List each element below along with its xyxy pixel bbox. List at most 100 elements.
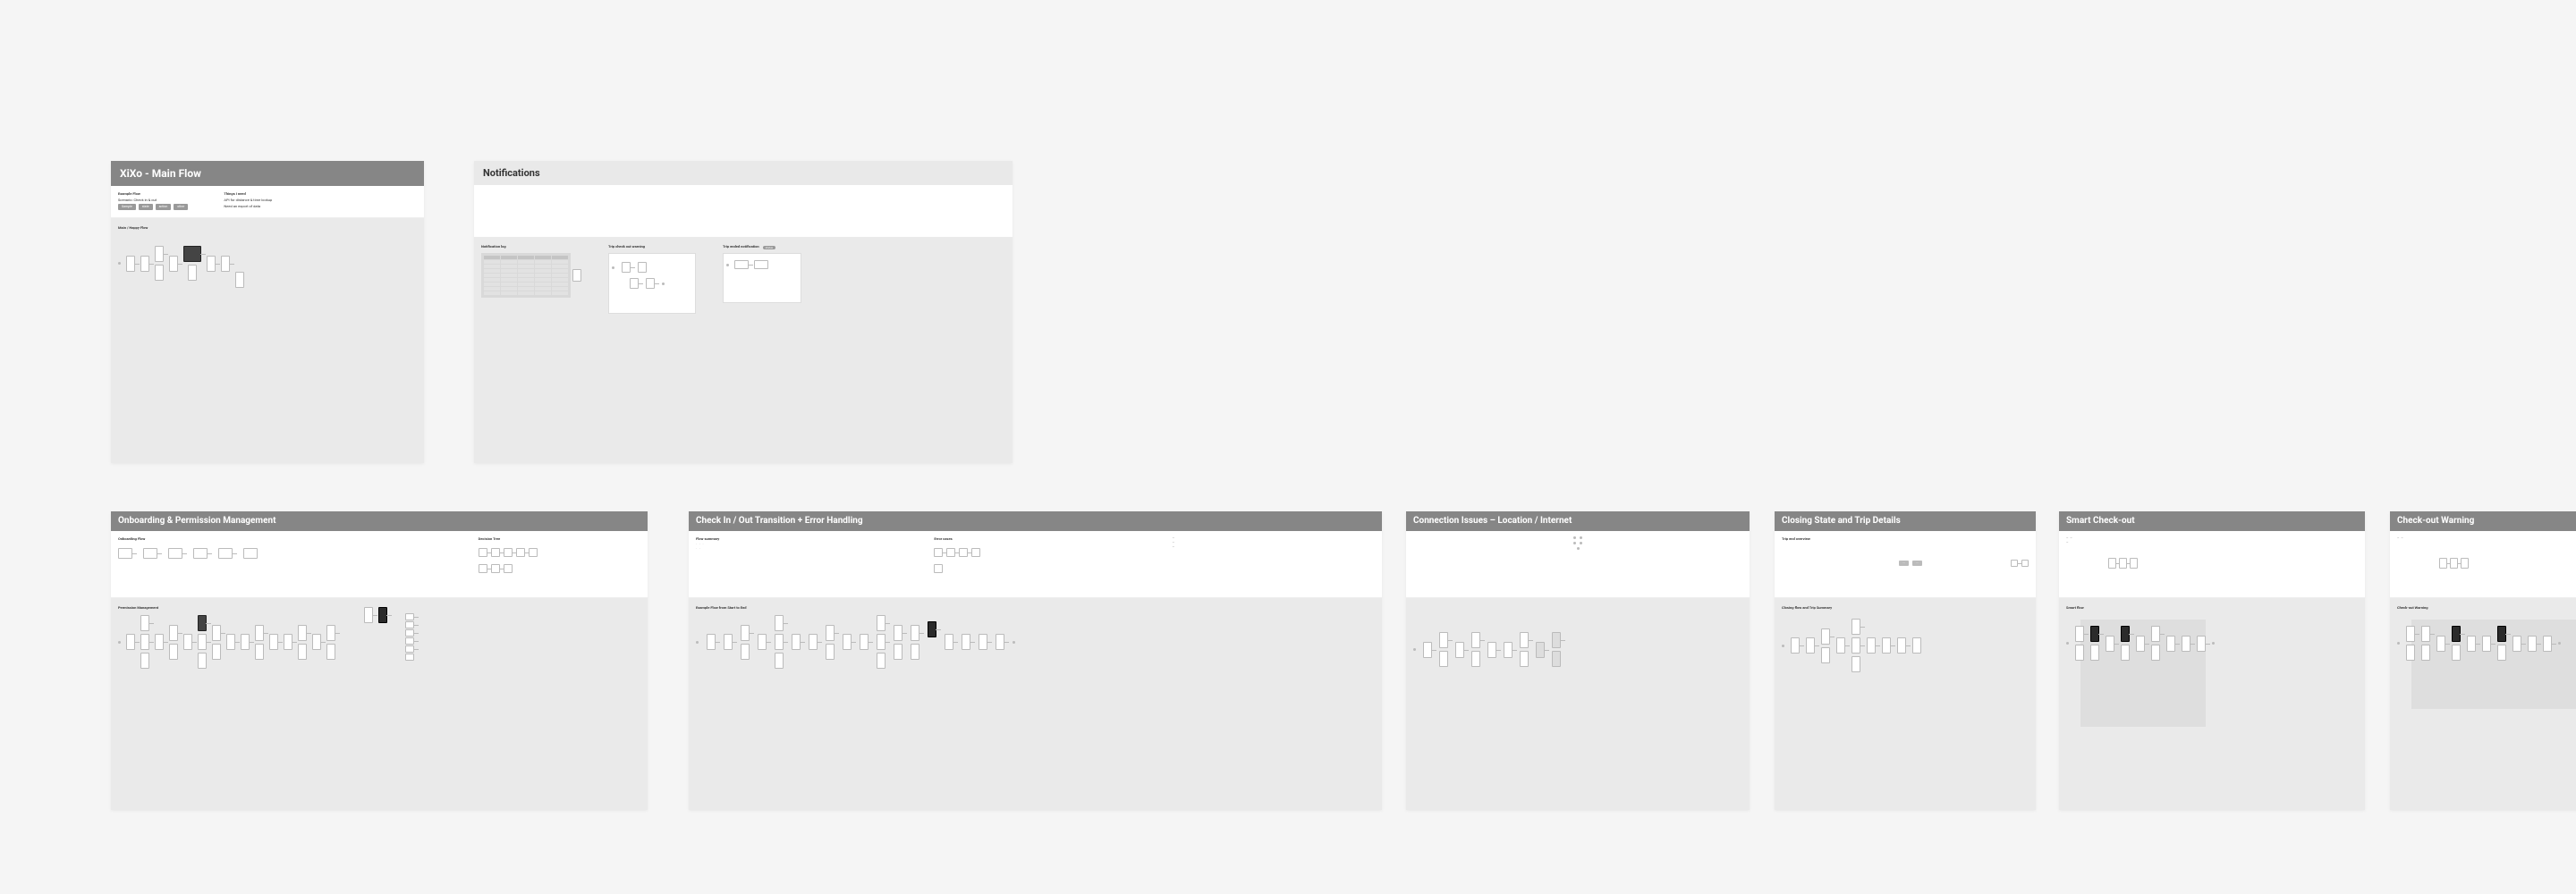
flow-node[interactable]: [2452, 645, 2461, 661]
spec-node[interactable]: [2108, 558, 2116, 569]
spec-node[interactable]: [243, 548, 258, 559]
spec-node[interactable]: [2119, 558, 2127, 569]
spec-node[interactable]: [491, 564, 500, 573]
flow-node[interactable]: [188, 265, 197, 281]
flow-node[interactable]: [298, 644, 307, 660]
flow-node[interactable]: [741, 644, 750, 660]
spec-node[interactable]: [516, 548, 525, 557]
flow-node[interactable]: [405, 637, 414, 645]
notif-panel[interactable]: [608, 253, 696, 314]
flow-node[interactable]: [1552, 632, 1561, 648]
flow-node[interactable]: [212, 625, 221, 641]
flow-node[interactable]: [877, 653, 886, 669]
flow-node[interactable]: [1821, 628, 1830, 645]
flow-node[interactable]: [378, 607, 387, 623]
flow-node[interactable]: [405, 613, 414, 620]
flow-area[interactable]: Notification log: [474, 237, 1013, 463]
flow-node[interactable]: [405, 654, 414, 661]
spec-node[interactable]: [168, 548, 182, 559]
flow-node[interactable]: [207, 256, 216, 272]
spec-node[interactable]: [193, 548, 208, 559]
flow-node[interactable]: [326, 644, 335, 660]
design-canvas[interactable]: XiXo - Main Flow Example Flow Scenario: …: [0, 0, 2576, 894]
flow-node[interactable]: [775, 634, 784, 650]
flow-node[interactable]: [741, 625, 750, 641]
flow-node[interactable]: [1867, 637, 1876, 654]
flow-node[interactable]: [792, 634, 801, 650]
flow-node[interactable]: [405, 629, 414, 637]
flow-node[interactable]: [326, 625, 335, 641]
flow-node[interactable]: [843, 634, 852, 650]
spec-node[interactable]: [934, 564, 943, 573]
frame-connection[interactable]: Connection Issues – Location / Internet: [1406, 511, 1750, 810]
flow-node[interactable]: [1439, 632, 1448, 648]
spec-node[interactable]: [2461, 558, 2469, 569]
spec-node[interactable]: [959, 548, 968, 557]
flow-node[interactable]: [155, 634, 164, 650]
flow-node[interactable]: [1471, 651, 1480, 667]
flow-node[interactable]: [979, 634, 987, 650]
flow-node[interactable]: [775, 653, 784, 669]
flow-node[interactable]: [630, 278, 639, 289]
flow-node[interactable]: [1897, 637, 1906, 654]
frame-notifications[interactable]: Notifications Notification log: [474, 161, 1013, 463]
flow-node[interactable]: [2421, 626, 2430, 642]
flow-node[interactable]: [2421, 645, 2430, 661]
flow-node[interactable]: [775, 615, 784, 631]
flow-node[interactable]: [126, 256, 135, 272]
flow-node[interactable]: [911, 644, 919, 660]
flow-node[interactable]: [928, 621, 936, 637]
flow-node[interactable]: [2512, 636, 2521, 652]
spec-node[interactable]: [529, 548, 538, 557]
flow-node[interactable]: [1487, 642, 1496, 658]
flow-node[interactable]: [155, 246, 164, 262]
spec-node[interactable]: [2011, 560, 2018, 567]
flow-node[interactable]: [241, 634, 250, 650]
flow-node[interactable]: [2482, 636, 2491, 652]
flow-node[interactable]: [1471, 632, 1480, 648]
flow-area[interactable]: Check-out Warning: [2390, 598, 2576, 810]
flow-node[interactable]: [707, 634, 716, 650]
flow-node[interactable]: [572, 269, 581, 282]
flow-node[interactable]: [877, 615, 886, 631]
flow-node[interactable]: [1852, 619, 1860, 635]
frame-checkout-warning[interactable]: Check-out Warning —— Check-out Warning: [2390, 511, 2576, 810]
spec-node[interactable]: [934, 548, 943, 557]
frame-onboarding[interactable]: Onboarding & Permission Management Onboa…: [111, 511, 648, 810]
flow-node[interactable]: [140, 653, 149, 669]
flow-node[interactable]: [183, 634, 192, 650]
flow-node[interactable]: [169, 256, 178, 272]
spec-node[interactable]: [479, 564, 487, 573]
flow-node[interactable]: [1806, 637, 1815, 654]
flow-node[interactable]: [226, 634, 235, 650]
flow-node[interactable]: [1455, 642, 1464, 658]
flow-node[interactable]: [860, 634, 869, 650]
flow-node[interactable]: [758, 634, 767, 650]
spec-node[interactable]: [491, 548, 500, 557]
frame-checkinout[interactable]: Check In / Out Transition + Error Handli…: [689, 511, 1382, 810]
flow-node[interactable]: [2151, 645, 2160, 661]
flow-node[interactable]: [1520, 632, 1529, 648]
flow-node[interactable]: [2166, 636, 2175, 652]
flow-node[interactable]: [2406, 645, 2415, 661]
flow-node[interactable]: [1520, 651, 1529, 667]
flow-node[interactable]: [2197, 636, 2206, 652]
flow-node[interactable]: [2543, 636, 2552, 652]
flow-node[interactable]: [1423, 642, 1432, 658]
frame-smart-checkout[interactable]: Smart Check-out —— — Smart flow: [2059, 511, 2365, 810]
flow-node[interactable]: [221, 256, 230, 272]
flow-node[interactable]: [638, 262, 647, 273]
notif-table[interactable]: [481, 253, 571, 298]
flow-area[interactable]: Smart flow: [2059, 598, 2365, 810]
flow-node[interactable]: [894, 644, 902, 660]
flow-node[interactable]: [809, 634, 818, 650]
spec-node[interactable]: [971, 548, 980, 557]
flow-node[interactable]: [2075, 645, 2084, 661]
flow-node[interactable]: [2090, 645, 2099, 661]
flow-node[interactable]: [140, 634, 149, 650]
flow-area[interactable]: [1406, 598, 1750, 810]
spec-node[interactable]: [479, 548, 487, 557]
flow-node[interactable]: [2106, 636, 2114, 652]
flow-area[interactable]: Main / Happy Flow: [111, 218, 424, 463]
spec-node[interactable]: [218, 548, 233, 559]
